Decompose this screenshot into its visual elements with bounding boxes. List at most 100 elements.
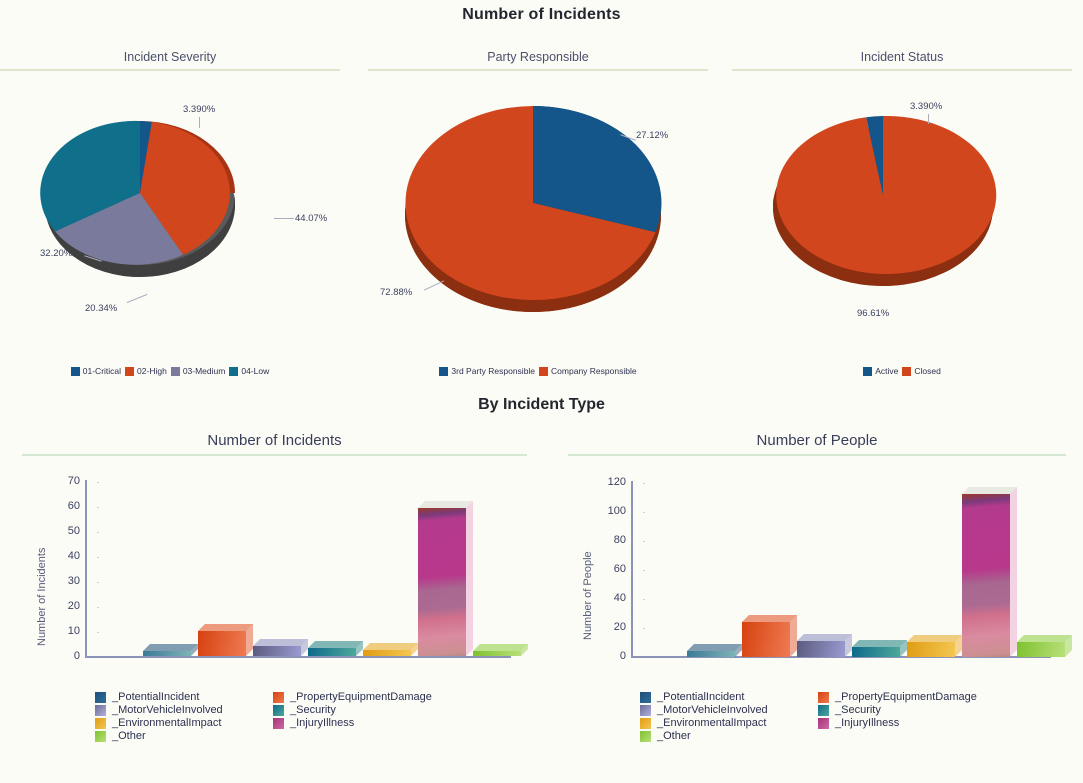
- legend-label: 3rd Party Responsible: [451, 366, 536, 376]
- legend-item-company-responsible[interactable]: Company Responsible: [539, 366, 637, 376]
- legend-label: _Security: [835, 704, 881, 716]
- panel-title-incident-severity: Incident Severity: [123, 50, 217, 64]
- bar-property-equipment-damage[interactable]: [198, 624, 253, 656]
- bar-property-equipment-damage[interactable]: [742, 615, 797, 657]
- bar-top-face: [198, 624, 253, 631]
- panel-title-party-responsible: Party Responsible: [487, 50, 589, 64]
- bar-security[interactable]: [308, 641, 363, 656]
- legend-swatch-icon: [70, 366, 80, 376]
- bar-front-face: [1017, 642, 1065, 657]
- pie-value-label-high: 44.07%: [295, 213, 328, 224]
- section-title-by-incident-type: By Incident Type: [478, 396, 605, 413]
- y-tick-label: 120: [607, 476, 626, 488]
- y-tick-label: 10: [67, 625, 80, 637]
- legend-item-02-high[interactable]: 02-High: [125, 366, 167, 376]
- legend-label: _MotorVehicleInvolved: [112, 704, 223, 716]
- legend-item-closed[interactable]: Closed: [902, 366, 941, 376]
- bar-series-incidents: [85, 480, 528, 656]
- legend-item-injury-illness[interactable]: _InjuryIllness: [273, 717, 451, 729]
- legend-item-environmental-impact[interactable]: _EnvironmentalImpact: [640, 717, 818, 729]
- bar-potential-incident[interactable]: [143, 644, 198, 656]
- bar-top-face: [308, 641, 363, 648]
- bar-other[interactable]: [1017, 635, 1072, 657]
- panel-divider: [368, 69, 708, 71]
- bar-series-people: [631, 481, 1072, 657]
- legend-item-injury-illness[interactable]: _InjuryIllness: [818, 717, 996, 729]
- bar-environmental-impact[interactable]: [907, 635, 962, 657]
- panel-incident-status: Incident Status: [732, 50, 1072, 71]
- leader-line: [928, 114, 929, 124]
- legend-item-active[interactable]: Active: [863, 366, 898, 376]
- bar-security[interactable]: [852, 640, 907, 657]
- legend-item-other[interactable]: _Other: [95, 730, 273, 742]
- bar-side-face: [246, 624, 253, 656]
- legend-item-3rd-party-responsible[interactable]: 3rd Party Responsible: [439, 366, 535, 376]
- bar-top-face: [852, 640, 907, 647]
- bar-injury-illness[interactable]: [418, 501, 473, 656]
- bar-top-face: [797, 634, 852, 641]
- bar-top-face: [907, 635, 962, 642]
- bar-front-face: [473, 651, 521, 656]
- legend-swatch-icon: [640, 691, 651, 703]
- pie-svg-party: [405, 105, 662, 312]
- pie-chart-incident-status: 3.390% 96.61%: [732, 95, 1072, 325]
- bar-motor-vehicle-involved[interactable]: [253, 639, 308, 656]
- legend-item-motor-vehicle-involved[interactable]: _MotorVehicleInvolved: [640, 704, 818, 716]
- panel-incidents-by-type: Number of Incidents: [22, 432, 527, 456]
- legend-swatch-icon: [273, 704, 284, 716]
- x-axis-line: [85, 656, 511, 658]
- legend-label: 02-High: [137, 366, 167, 376]
- pie-value-label-company: 72.88%: [380, 287, 413, 298]
- legend-label: _PropertyEquipmentDamage: [290, 691, 432, 703]
- bar-potential-incident[interactable]: [687, 644, 742, 657]
- bar-chart-people-by-type: Number of People 0 20 40 60 80 100 120: [568, 476, 1072, 663]
- legend-swatch-icon: [273, 691, 284, 703]
- legend-item-property-equipment-damage[interactable]: _PropertyEquipmentDamage: [273, 691, 451, 703]
- legend-item-potential-incident[interactable]: _PotentialIncident: [95, 691, 273, 703]
- bar-environmental-impact[interactable]: [363, 643, 418, 656]
- legend-item-03-medium[interactable]: 03-Medium: [170, 366, 225, 376]
- pie-legend-incident-status: Active Closed: [732, 366, 1072, 376]
- panel-divider: [0, 69, 340, 71]
- bar-other[interactable]: [473, 644, 528, 656]
- bar-front-face: [687, 651, 735, 657]
- pie-value-label-low: 32.20%: [40, 248, 73, 259]
- bar-front-face: [253, 646, 301, 656]
- legend-item-property-equipment-damage[interactable]: _PropertyEquipmentDamage: [818, 691, 996, 703]
- bar-front-face: [852, 647, 900, 657]
- pie-chart-incident-severity: 3.390% 44.07% 20.34% 32.20%: [0, 95, 340, 325]
- legend-item-environmental-impact[interactable]: _EnvironmentalImpact: [95, 717, 273, 729]
- bar-injury-illness[interactable]: [962, 487, 1017, 657]
- legend-label: _PropertyEquipmentDamage: [835, 691, 977, 703]
- bar-top-face: [962, 487, 1017, 494]
- bar-top-face: [253, 639, 308, 646]
- panel-title-incidents-by-type: Number of Incidents: [207, 432, 342, 449]
- bar-side-face: [790, 615, 797, 657]
- legend-swatch-icon: [818, 704, 829, 716]
- y-tick-label: 20: [67, 600, 80, 612]
- panel-title-incident-status: Incident Status: [860, 50, 944, 64]
- y-tick-label: 80: [613, 534, 626, 546]
- legend-item-01-critical[interactable]: 01-Critical: [70, 366, 121, 376]
- legend-item-04-low[interactable]: 04-Low: [229, 366, 269, 376]
- legend-swatch-icon: [95, 730, 106, 742]
- dashboard-page: Number of Incidents Incident Severity 3.…: [0, 0, 1083, 783]
- legend-item-motor-vehicle-involved[interactable]: _MotorVehicleInvolved: [95, 704, 273, 716]
- pie-svg-status: [773, 115, 997, 286]
- legend-label: _MotorVehicleInvolved: [657, 704, 768, 716]
- legend-label: Closed: [914, 366, 941, 376]
- y-tick-label: 100: [607, 505, 626, 517]
- bar-chart-incidents-by-type: Number of Incidents 0 10 20 30 40 50 60 …: [22, 475, 528, 663]
- bar-motor-vehicle-involved[interactable]: [797, 634, 852, 657]
- legend-item-other[interactable]: _Other: [640, 730, 818, 742]
- y-tick-label: 60: [67, 500, 80, 512]
- legend-item-security[interactable]: _Security: [273, 704, 451, 716]
- bar-front-face: [742, 622, 790, 657]
- legend-item-security[interactable]: _Security: [818, 704, 996, 716]
- pie-value-label-medium: 20.34%: [85, 303, 118, 314]
- legend-swatch-icon: [95, 704, 106, 716]
- legend-swatch-icon: [863, 366, 873, 376]
- legend-swatch-icon: [640, 704, 651, 716]
- legend-label: _Other: [112, 730, 146, 742]
- legend-item-potential-incident[interactable]: _PotentialIncident: [640, 691, 818, 703]
